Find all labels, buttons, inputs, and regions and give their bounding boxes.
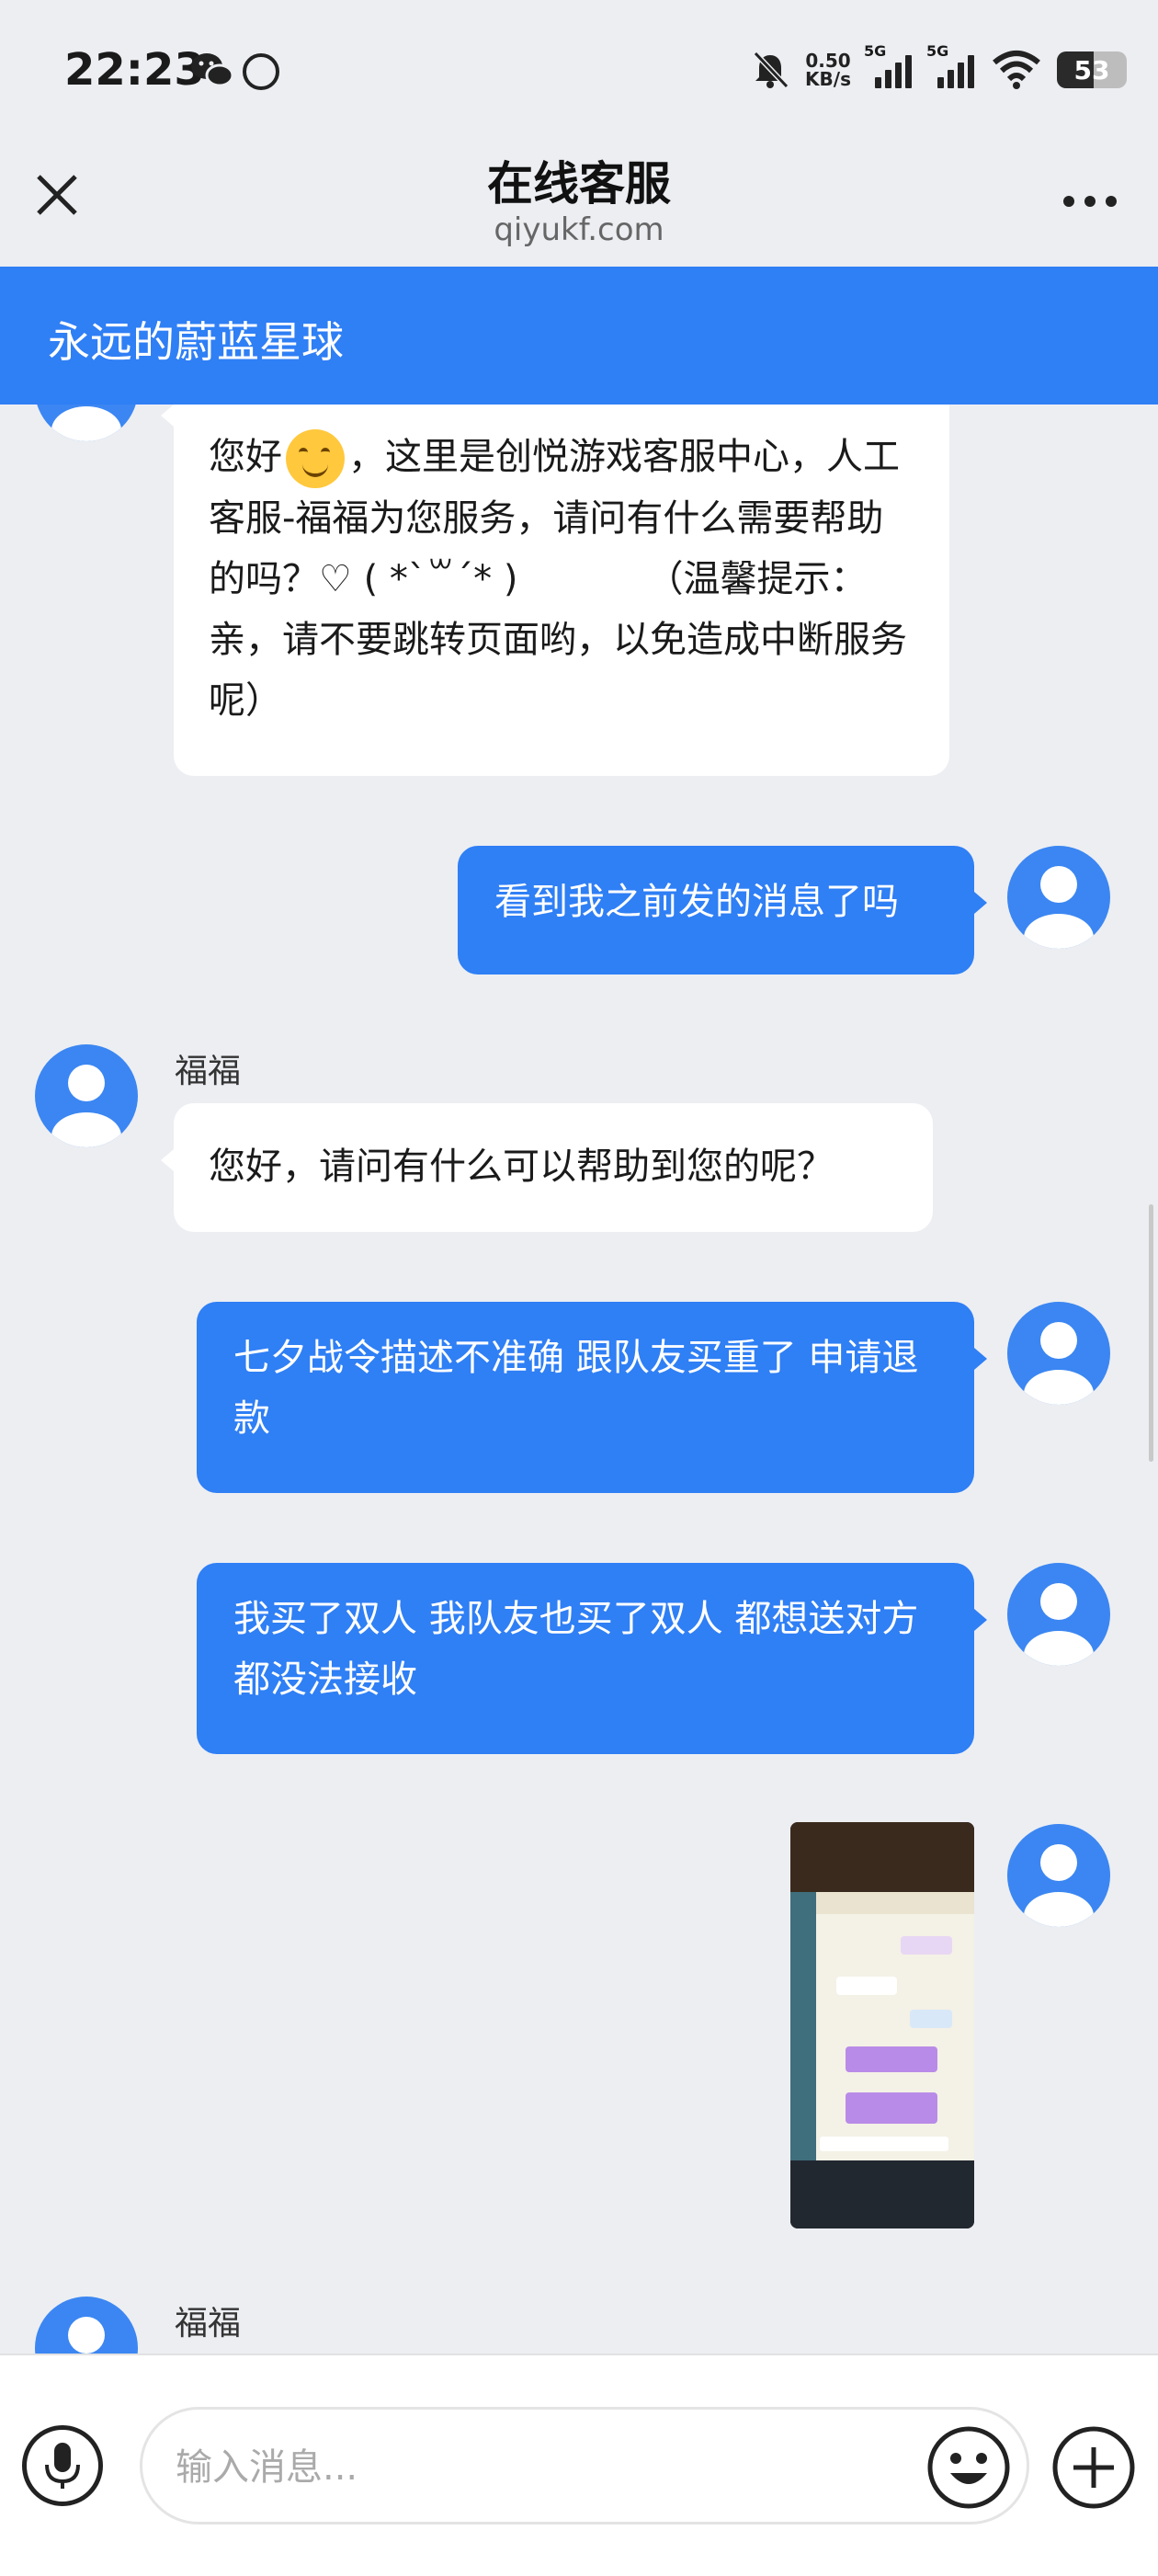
user-message-bubble: 看到我之前发的消息了吗 xyxy=(458,846,974,975)
message-text: 七夕战令描述不准确 跟队友买重了 申请退款 xyxy=(233,1337,919,1440)
message-text: 您好 xyxy=(209,436,282,478)
battery-level: 53 xyxy=(1073,55,1110,85)
signal-icon-2: 5G xyxy=(926,42,976,88)
user-avatar[interactable] xyxy=(1007,1302,1110,1405)
chat-header: 永远的蔚蓝星球 xyxy=(0,267,1158,405)
user-avatar[interactable] xyxy=(1007,1563,1110,1666)
status-right: 0.50 KB/s 5G 5G 53 xyxy=(750,42,1127,94)
user-avatar[interactable] xyxy=(1007,1824,1110,1927)
net-speed-value: 0.50 xyxy=(805,50,851,72)
signal-icon: 5G xyxy=(864,42,914,88)
bubble-tail xyxy=(974,892,987,914)
agent-avatar[interactable] xyxy=(35,1044,138,1147)
status-time: 22:23 xyxy=(64,44,205,96)
mute-icon xyxy=(753,51,789,89)
bubble-tail xyxy=(161,405,174,427)
wifi-icon xyxy=(993,51,1040,89)
status-bar: 22:23 0.50 KB/s 5G 5G 53 xyxy=(0,0,1158,138)
scrollbar[interactable] xyxy=(1149,1204,1153,1462)
agent-message-bubble: 您好 ，这里是创悦游戏客服中心，人工客服-福福为您服务，请问有什么需要帮助的吗？♡… xyxy=(174,405,949,776)
message-input-field[interactable] xyxy=(140,2407,1029,2525)
bubble-tail xyxy=(161,1149,174,1171)
page-domain: qiyukf.com xyxy=(494,211,664,248)
more-icon[interactable] xyxy=(1062,195,1118,208)
message-text: 看到我之前发的消息了吗 xyxy=(494,881,899,923)
message-text: 您好，请问有什么可以帮助到您的呢？ xyxy=(209,1146,834,1188)
page-title: 在线客服 xyxy=(487,157,671,211)
input-bar xyxy=(0,2354,1158,2576)
signal-label-2: 5G xyxy=(926,42,949,60)
message-text: 我买了双人 我队友也买了双人 都想送对方 都没法接收 xyxy=(233,1598,919,1701)
chat-header-name: 永远的蔚蓝星球 xyxy=(48,317,344,367)
user-message-bubble: 我买了双人 我队友也买了双人 都想送对方 都没法接收 xyxy=(197,1563,974,1754)
agent-avatar[interactable] xyxy=(35,2297,138,2354)
image-message-thumbnail[interactable] xyxy=(790,1822,974,2228)
bubble-tail xyxy=(974,1609,987,1631)
bubble-tail xyxy=(974,1348,987,1370)
battery-icon: 53 xyxy=(1057,51,1127,88)
smile-emoji-icon xyxy=(286,429,345,488)
plus-icon[interactable] xyxy=(1051,2425,1136,2510)
app-icon xyxy=(243,53,279,90)
microphone-icon xyxy=(45,2443,80,2489)
user-avatar[interactable] xyxy=(1007,846,1110,949)
wechat-icon xyxy=(191,53,234,87)
voice-button[interactable] xyxy=(22,2425,103,2506)
agent-avatar xyxy=(35,405,138,441)
title-bar: 在线客服 qiyukf.com xyxy=(0,138,1158,267)
emoji-icon[interactable] xyxy=(926,2425,1011,2510)
signal-label: 5G xyxy=(864,42,887,60)
sender-name: 福福 xyxy=(175,2305,242,2342)
message-input[interactable] xyxy=(174,2441,894,2494)
agent-message-bubble: 您好，请问有什么可以帮助到您的呢？ xyxy=(174,1103,933,1232)
net-speed-unit: KB/s xyxy=(805,68,851,90)
user-message-bubble: 七夕战令描述不准确 跟队友买重了 申请退款 xyxy=(197,1302,974,1493)
chat-area[interactable]: 您好 ，这里是创悦游戏客服中心，人工客服-福福为您服务，请问有什么需要帮助的吗？♡… xyxy=(0,405,1158,2354)
net-speed: 0.50 KB/s xyxy=(805,51,851,88)
sender-name: 福福 xyxy=(175,1053,242,1090)
